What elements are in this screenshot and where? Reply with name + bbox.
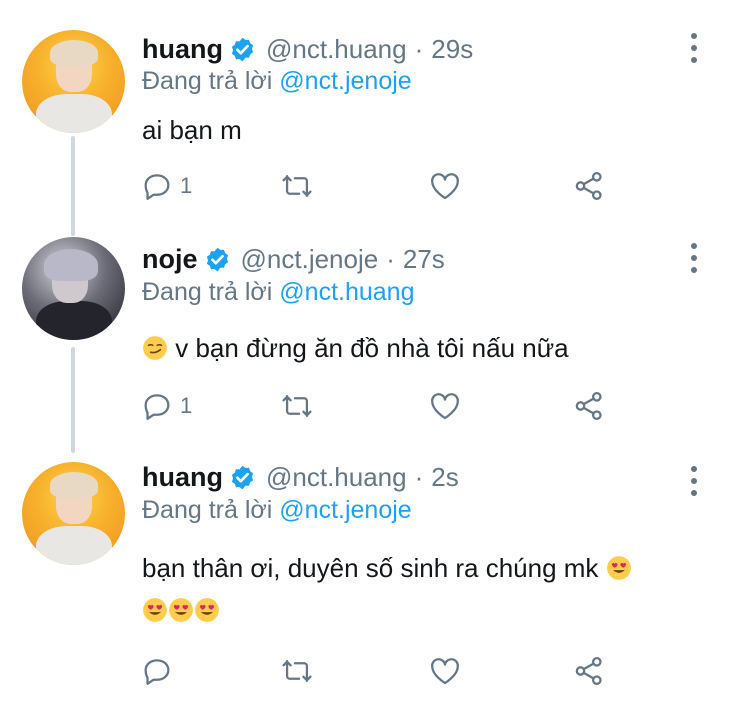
timestamp[interactable]: 2s: [431, 462, 458, 493]
reply-count: 1: [180, 173, 193, 198]
heart-icon: [431, 173, 459, 200]
share-icon: [575, 656, 602, 686]
more-vertical-icon[interactable]: [682, 30, 706, 66]
mention-link[interactable]: @nct.huang: [279, 278, 414, 306]
reply-icon: [144, 174, 170, 200]
heart-icon: [431, 393, 459, 420]
reply-button[interactable]: 1: [140, 168, 192, 204]
tweet-text: v bạn đừng ăn đồ nhà tôi nấu nữa: [175, 333, 569, 363]
retweet-icon: [282, 659, 312, 683]
tweet[interactable]: huang @nct.huang · 2s Đang trả lời @nct.…: [0, 445, 750, 704]
smirk-emoji-icon: [143, 336, 167, 360]
verified-badge-icon: [231, 37, 254, 61]
user-handle[interactable]: @nct.huang: [266, 462, 407, 493]
replying-prefix: Đang trả lời: [142, 496, 273, 524]
user-handle[interactable]: @nct.huang: [266, 34, 407, 65]
tweet-text-line: bạn thân ơi, duyên số sinh ra chúng mk: [142, 553, 632, 584]
avatar[interactable]: [22, 30, 125, 133]
heart-eyes-emoji-icon: [169, 598, 193, 622]
heart-eyes-emoji-icon: [195, 598, 219, 622]
tweet-text-line: v bạn đừng ăn đồ nhà tôi nấu nữa: [142, 333, 569, 364]
user-handle[interactable]: @nct.jenoje: [241, 244, 379, 275]
avatar[interactable]: [22, 462, 125, 565]
timestamp[interactable]: 27s: [403, 244, 445, 275]
more-vertical-icon[interactable]: [682, 240, 706, 276]
retweet-icon: [282, 394, 312, 418]
heart-icon: [431, 658, 459, 685]
retweet-button[interactable]: [280, 388, 314, 424]
display-name[interactable]: huang: [142, 462, 223, 493]
heart-eyes-emoji-icon: [606, 556, 631, 580]
share-icon: [575, 391, 602, 421]
tweet-header: huang @nct.huang · 29s: [142, 32, 473, 66]
tweet-actions: 1: [140, 388, 620, 428]
share-button[interactable]: [572, 653, 606, 689]
tweet-text: bạn thân ơi, duyên số sinh ra chúng mk: [142, 553, 599, 583]
like-button[interactable]: [428, 168, 462, 204]
mention-link[interactable]: @nct.jenoje: [279, 496, 411, 524]
reply-thread: huang @nct.huang · 29s Đang trả lời @nct…: [0, 0, 750, 704]
separator-dot: ·: [414, 461, 424, 492]
share-icon: [575, 171, 602, 201]
reply-count: 1: [180, 393, 193, 418]
replying-to: Đang trả lời @nct.jenoje: [142, 67, 412, 96]
verified-badge-icon: [231, 465, 254, 489]
verified-badge-icon: [206, 247, 228, 271]
replying-to: Đang trả lời @nct.jenoje: [142, 496, 412, 525]
replying-prefix: Đang trả lời: [142, 67, 273, 95]
display-name[interactable]: noje: [142, 244, 198, 275]
tweet[interactable]: noje @nct.jenoje · 27s Đang trả lời @nct…: [0, 220, 750, 445]
retweet-icon: [282, 174, 312, 198]
heart-eyes-emoji-icon: [143, 598, 167, 622]
like-button[interactable]: [428, 653, 462, 689]
tweet[interactable]: huang @nct.huang · 29s Đang trả lời @nct…: [0, 0, 750, 220]
reply-button[interactable]: 1: [140, 388, 192, 424]
tweet-header: noje @nct.jenoje · 27s: [142, 242, 445, 276]
emoji-line: [142, 595, 220, 626]
timestamp[interactable]: 29s: [431, 34, 473, 65]
tweet-header: huang @nct.huang · 2s: [142, 460, 459, 494]
more-vertical-icon[interactable]: [682, 463, 706, 499]
replying-to: Đang trả lời @nct.huang: [142, 278, 415, 307]
share-button[interactable]: [572, 168, 606, 204]
display-name[interactable]: huang: [142, 34, 223, 65]
mention-link[interactable]: @nct.jenoje: [279, 67, 411, 95]
separator-dot: ·: [414, 33, 424, 64]
reply-icon: [144, 394, 170, 420]
share-button[interactable]: [572, 388, 606, 424]
replying-prefix: Đang trả lời: [142, 278, 273, 306]
retweet-button[interactable]: [280, 168, 314, 204]
tweet-actions: [140, 653, 620, 693]
tweet-actions: 1: [140, 168, 620, 208]
avatar[interactable]: [22, 237, 125, 340]
retweet-button[interactable]: [280, 653, 314, 689]
reply-icon: [144, 659, 170, 685]
separator-dot: ·: [386, 243, 395, 274]
tweet-text: ai bạn m: [142, 115, 242, 145]
reply-button[interactable]: [140, 653, 180, 689]
like-button[interactable]: [428, 388, 462, 424]
